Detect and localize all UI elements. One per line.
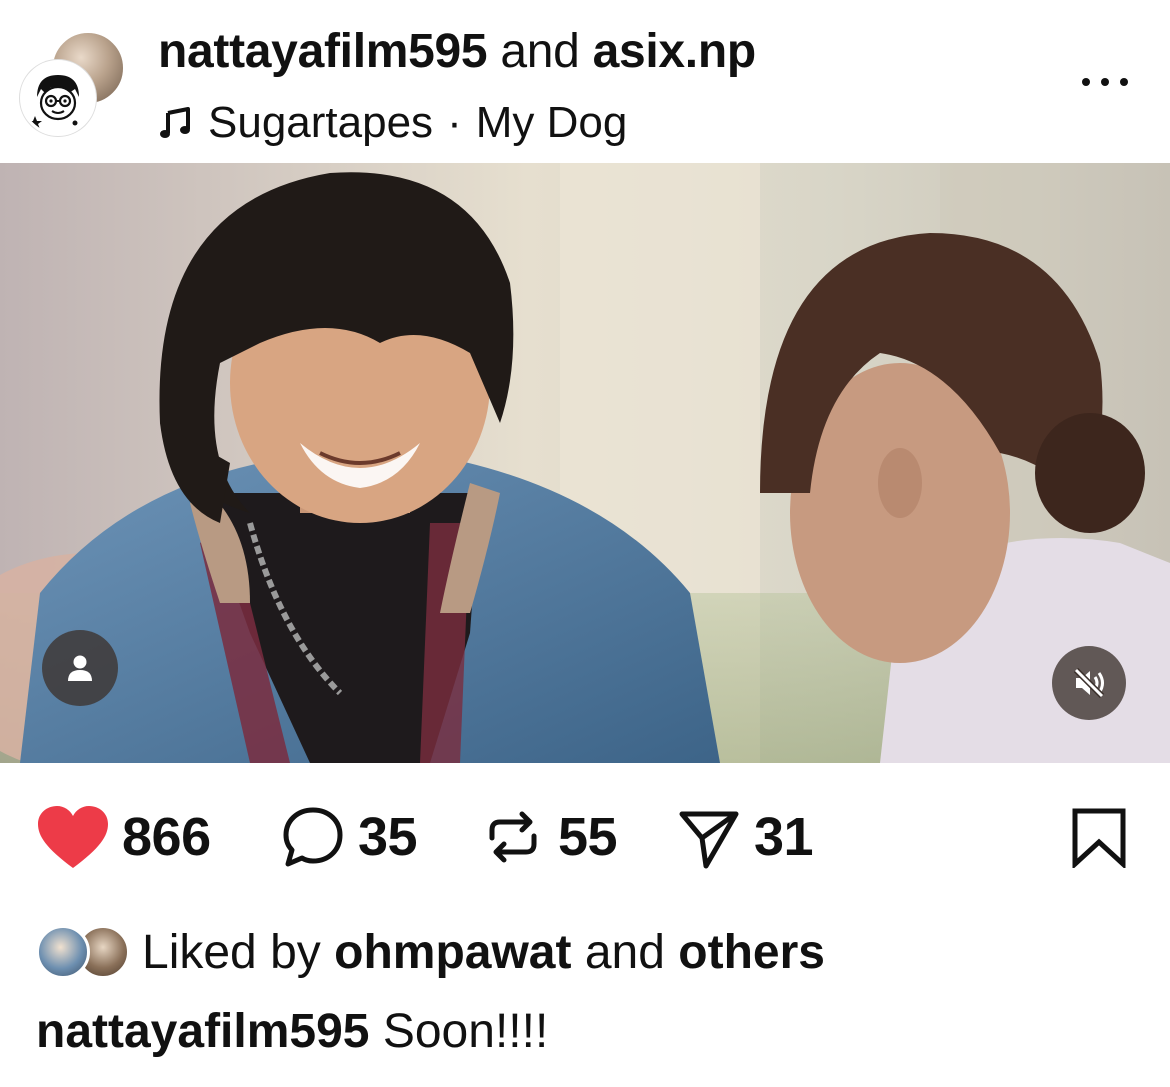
- liked-by-text: Liked by ohmpawat and others: [142, 925, 825, 980]
- collab-avatars[interactable]: [20, 30, 126, 136]
- music-track: My Dog: [475, 98, 628, 147]
- person-icon: [68, 655, 92, 681]
- cartoon-avatar-icon: [23, 63, 93, 133]
- share-button[interactable]: 31: [676, 800, 814, 874]
- caption-username[interactable]: nattayafilm595: [36, 1005, 370, 1058]
- post-header: nattayafilm595 and asix.np Sugartapes · …: [0, 0, 1170, 160]
- post-video[interactable]: [0, 163, 1170, 763]
- post-caption: nattayafilm595 Soon!!!!: [36, 1004, 548, 1059]
- liked-by-row[interactable]: Liked by ohmpawat and others: [36, 920, 825, 984]
- video-frame: [0, 163, 1170, 763]
- like-count: 866: [122, 807, 211, 867]
- heart-filled-icon: [38, 806, 108, 868]
- repost-icon: [489, 811, 537, 863]
- post-authors: nattayafilm595 and asix.np: [158, 24, 756, 79]
- comment-count: 35: [358, 807, 418, 867]
- avatar-nattayafilm595[interactable]: [20, 60, 96, 136]
- speaker-muted-icon: [1073, 667, 1105, 699]
- liked-by-others[interactable]: others: [678, 926, 825, 979]
- tag-people-button[interactable]: [42, 630, 118, 706]
- comment-bubble-icon: [283, 807, 343, 867]
- threads-post: nattayafilm595 and asix.np Sugartapes · …: [0, 0, 1170, 1087]
- repost-count: 55: [558, 807, 618, 867]
- author-username-1[interactable]: nattayafilm595: [158, 25, 488, 78]
- author-username-2[interactable]: asix.np: [593, 25, 757, 78]
- caption-text: Soon!!!!: [382, 1005, 549, 1058]
- more-options-icon[interactable]: [1080, 70, 1130, 94]
- music-note-icon: [160, 107, 190, 138]
- music-artist: Sugartapes: [208, 98, 434, 147]
- music-attribution[interactable]: Sugartapes · My Dog: [158, 98, 627, 148]
- authors-joiner: and: [500, 25, 580, 78]
- liked-by-prefix: Liked by: [142, 925, 321, 979]
- like-button[interactable]: 866: [36, 800, 211, 874]
- share-count: 31: [754, 807, 814, 867]
- liked-by-joiner: and: [584, 925, 665, 979]
- comment-button[interactable]: 35: [280, 800, 418, 874]
- send-icon: [679, 811, 739, 869]
- post-actions: 866 35 55 31: [0, 800, 1170, 874]
- bookmark-icon: [1072, 808, 1126, 870]
- mute-toggle-button[interactable]: [1052, 646, 1126, 720]
- save-button[interactable]: [1070, 806, 1128, 870]
- liked-by-user[interactable]: ohmpawat: [334, 926, 571, 979]
- liker-avatar-1[interactable]: [36, 925, 90, 979]
- music-separator: ·: [447, 98, 462, 147]
- repost-button[interactable]: 55: [480, 800, 618, 874]
